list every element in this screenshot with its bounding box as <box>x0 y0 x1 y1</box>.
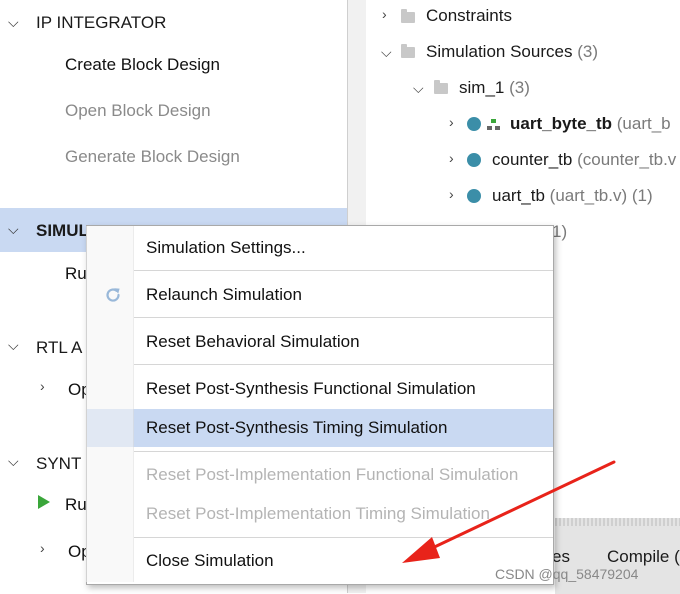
counter-tb-label: counter_tb <box>492 150 573 169</box>
bottom-bar-handle[interactable] <box>555 518 680 526</box>
chevron-right-icon[interactable]: › <box>449 186 454 202</box>
ip-integrator-header[interactable]: IP INTEGRATOR <box>36 13 166 33</box>
menu-item-close-simulation[interactable]: Close Simulation <box>87 542 553 580</box>
simulation-sources-count: (3) <box>577 42 598 61</box>
chevron-down-icon[interactable]: ⌵ <box>8 221 19 238</box>
hidden-count-text: 1) <box>552 222 568 241</box>
simulation-sources-label: Simulation Sources <box>426 42 573 61</box>
sim-1-count: (3) <box>509 78 530 97</box>
run-simulation-item[interactable]: Ru <box>65 264 87 284</box>
menu-separator <box>134 451 553 452</box>
chevron-down-icon[interactable]: ⌵ <box>413 80 424 97</box>
file-status-icon <box>467 153 481 167</box>
uart-byte-tb-detail: (uart_b <box>616 114 671 133</box>
refresh-icon <box>106 288 120 302</box>
menu-item-label: Reset Post-Implementation Functional Sim… <box>146 465 519 484</box>
chevron-right-icon[interactable]: › <box>40 540 45 556</box>
file-status-icon <box>467 117 481 131</box>
menu-item-label: Close Simulation <box>146 551 274 570</box>
simulation-header[interactable]: SIMUL <box>36 221 89 241</box>
chevron-down-icon[interactable]: ⌵ <box>8 453 19 470</box>
uart-tb-node[interactable]: uart_tb (uart_tb.v) (1) <box>492 186 653 206</box>
run-synthesis-item[interactable]: Ru <box>65 495 87 515</box>
chevron-down-icon[interactable]: ⌵ <box>381 44 392 61</box>
counter-tb-detail: (counter_tb.v <box>577 150 677 169</box>
menu-item-reset-post-impl-functional: Reset Post-Implementation Functional Sim… <box>87 456 553 494</box>
constraints-node[interactable]: Constraints <box>426 6 512 26</box>
uart-byte-tb-label: uart_byte_tb <box>510 114 613 133</box>
folder-icon <box>434 80 448 94</box>
menu-item-reset-post-synth-timing[interactable]: Reset Post-Synthesis Timing Simulation <box>87 409 553 447</box>
menu-item-simulation-settings[interactable]: Simulation Settings... <box>87 229 553 267</box>
generate-block-design-item: Generate Block Design <box>65 147 240 166</box>
menu-separator <box>134 270 553 271</box>
chevron-right-icon[interactable]: › <box>449 114 454 130</box>
simulation-sources-node[interactable]: Simulation Sources (3) <box>426 42 598 62</box>
counter-tb-node[interactable]: counter_tb (counter_tb.v <box>492 150 676 170</box>
chevron-down-icon[interactable]: ⌵ <box>8 14 19 31</box>
menu-item-label: Relaunch Simulation <box>146 285 302 304</box>
folder-icon <box>401 9 415 23</box>
menu-item-label: Reset Behavioral Simulation <box>146 332 360 351</box>
menu-item-label: Reset Post-Implementation Timing Simulat… <box>146 504 490 523</box>
folder-icon <box>401 44 415 58</box>
top-module-icon <box>487 119 500 130</box>
menu-separator <box>134 317 553 318</box>
watermark-text: CSDN @qq_58479204 <box>495 566 639 582</box>
sim-1-node[interactable]: sim_1 (3) <box>459 78 530 98</box>
tab-partial-left[interactable]: es <box>552 547 570 567</box>
tab-compile-order[interactable]: Compile ( <box>607 547 680 567</box>
menu-item-reset-post-synth-functional[interactable]: Reset Post-Synthesis Functional Simulati… <box>87 370 553 408</box>
uart-tb-detail: (uart_tb.v) (1) <box>549 186 653 205</box>
menu-separator <box>134 364 553 365</box>
menu-item-reset-post-impl-timing: Reset Post-Implementation Timing Simulat… <box>87 495 553 533</box>
menu-item-label: Reset Post-Synthesis Timing Simulation <box>146 418 448 437</box>
hidden-node-count: 1) <box>552 222 567 242</box>
menu-item-relaunch-simulation[interactable]: Relaunch Simulation <box>87 276 553 314</box>
chevron-right-icon[interactable]: › <box>449 150 454 166</box>
uart-byte-tb-node[interactable]: uart_byte_tb (uart_b <box>510 114 671 134</box>
uart-tb-label: uart_tb <box>492 186 545 205</box>
synthesis-header[interactable]: SYNT <box>36 454 81 474</box>
menu-item-reset-behavioral[interactable]: Reset Behavioral Simulation <box>87 323 553 361</box>
file-status-icon <box>467 189 481 203</box>
menu-item-label: Reset Post-Synthesis Functional Simulati… <box>146 379 476 398</box>
menu-item-label: Simulation Settings... <box>146 238 306 257</box>
open-block-design-item: Open Block Design <box>65 101 211 120</box>
create-block-design-item[interactable]: Create Block Design <box>65 55 220 75</box>
rtl-analysis-header[interactable]: RTL A <box>36 338 82 358</box>
chevron-down-icon[interactable]: ⌵ <box>8 337 19 354</box>
chevron-right-icon[interactable]: › <box>40 378 45 394</box>
simulation-context-menu: Simulation Settings... Relaunch Simulati… <box>86 225 554 585</box>
sim-1-label: sim_1 <box>459 78 505 97</box>
run-triangle-icon[interactable] <box>37 494 51 510</box>
menu-separator <box>134 537 553 538</box>
chevron-right-icon[interactable]: › <box>382 6 387 22</box>
